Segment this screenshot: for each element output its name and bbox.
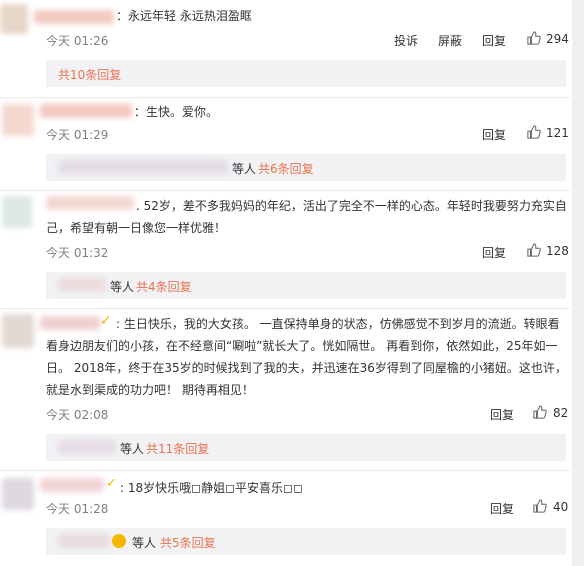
comment-text: ：生快。爱你。: [134, 105, 219, 119]
replier-suffix: 等人: [110, 280, 135, 294]
username-censored: [40, 478, 104, 492]
view-replies-link[interactable]: 共5条回复: [160, 534, 216, 551]
comment-text: : 18岁快乐哦◻静姐◻平安喜乐◻◻: [120, 481, 303, 495]
replier-censored: [58, 534, 110, 548]
emoji-icon: [112, 534, 126, 548]
reply-button[interactable]: 回复: [490, 406, 514, 423]
thumbs-up-icon[interactable]: [527, 125, 541, 139]
divider: [0, 470, 570, 471]
divider: [0, 308, 570, 309]
username-censored: [40, 316, 100, 330]
replier-suffix: 等人: [132, 536, 157, 550]
verified-v-icon: ✓: [100, 313, 112, 329]
divider: [0, 97, 570, 98]
replier-censored: [58, 278, 106, 292]
comment-time: 今天 01:26: [46, 34, 109, 48]
avatar-censored: [2, 478, 34, 510]
comment-time: 今天 01:32: [46, 246, 109, 260]
like-count: 294: [546, 32, 569, 46]
avatar-censored: [0, 4, 28, 34]
comment-text-line: . 52岁，差不多我妈妈的年纪，活出了完全不一样的心态。年轻时我要努力充实自: [136, 199, 567, 213]
view-replies-link[interactable]: 共10条回复: [58, 66, 121, 83]
thumbs-up-icon[interactable]: [533, 405, 547, 419]
view-replies-link[interactable]: 共6条回复: [258, 160, 314, 177]
like-count: 40: [553, 500, 569, 514]
comment-text-line: : 生日快乐，我的大女孩。 一直保持单身的状态，仿佛感觉不到岁月的流逝。转眼看: [116, 317, 560, 331]
comment-time: 今天 01:29: [46, 128, 109, 142]
reply-button[interactable]: 回复: [490, 500, 514, 517]
reply-button[interactable]: 回复: [482, 32, 506, 49]
username-censored: [46, 196, 134, 210]
like-count: 128: [546, 244, 569, 258]
reply-summary-bar: [46, 60, 566, 87]
comment-time: 今天 01:28: [46, 502, 109, 516]
reply-button[interactable]: 回复: [482, 244, 506, 261]
comment-text-line: 看身边朋友们的小孩，在不经意间“唰啦”就长大了。恍如隔世。 再看到你，依然如此，…: [46, 339, 558, 353]
replier-suffix: 等人: [232, 162, 257, 176]
username-censored: [40, 104, 132, 118]
divider: [0, 190, 570, 191]
comment-text-line: 日。 2018年，终于在35岁的时候找到了我的夫，并迅速在36岁得到了同屋檐的小…: [46, 361, 567, 375]
avatar-censored: [2, 104, 34, 136]
comment-time: 今天 02:08: [46, 408, 109, 422]
comment-text: ：永远年轻 永远热泪盈眶: [116, 9, 252, 23]
comment-text-line: 就是水到渠成的功力吧！ 期待再相见！: [46, 383, 254, 397]
comment-text-line: 己，希望有朝一日像您一样优雅！: [46, 221, 227, 235]
verified-v-icon: ✓: [106, 476, 117, 491]
like-count: 121: [546, 126, 569, 140]
avatar-censored: [2, 314, 34, 348]
scrollbar-track[interactable]: [572, 0, 584, 566]
replier-censored: [58, 160, 228, 174]
reply-button[interactable]: 回复: [482, 126, 506, 143]
like-count: 82: [553, 406, 569, 420]
username-censored: [34, 10, 114, 24]
view-replies-link[interactable]: 共4条回复: [136, 278, 192, 295]
avatar-censored: [2, 196, 32, 228]
view-replies-link[interactable]: 共11条回复: [146, 440, 209, 457]
report-button[interactable]: 投诉: [394, 32, 418, 49]
thumbs-up-icon[interactable]: [533, 499, 547, 513]
thumbs-up-icon[interactable]: [527, 31, 541, 45]
block-button[interactable]: 屏蔽: [438, 32, 462, 49]
replier-censored: [58, 440, 116, 454]
thumbs-up-icon[interactable]: [527, 243, 541, 257]
replier-suffix: 等人: [120, 442, 145, 456]
